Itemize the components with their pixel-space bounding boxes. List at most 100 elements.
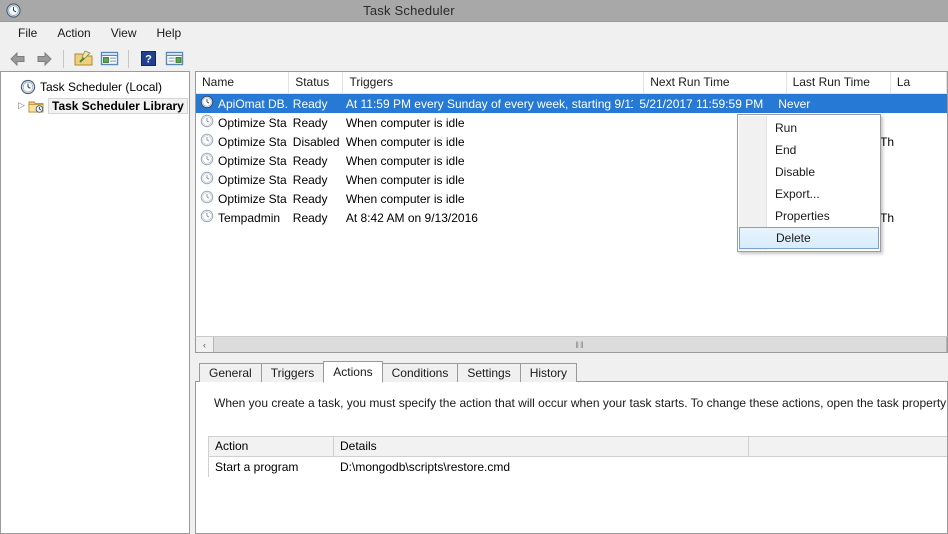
task-name-label: Optimize Sta... bbox=[218, 191, 287, 206]
detail-tabstrip: General Triggers Actions Conditions Sett… bbox=[195, 360, 948, 383]
table-row[interactable]: Start a program D:\mongodb\scripts\resto… bbox=[209, 457, 947, 477]
column-header-details[interactable]: Details bbox=[334, 437, 749, 456]
tab-triggers[interactable]: Triggers bbox=[260, 363, 325, 382]
task-status-cell: Ready bbox=[292, 153, 328, 168]
tab-general[interactable]: General bbox=[199, 363, 262, 382]
tab-actions[interactable]: Actions bbox=[323, 361, 383, 383]
toolbar-separator-2 bbox=[128, 49, 129, 68]
context-menu-item-delete[interactable]: Delete bbox=[739, 227, 879, 249]
console-tree-pane: Task Scheduler (Local) ▷ Task Scheduler … bbox=[0, 71, 190, 534]
task-name-label: Optimize Sta... bbox=[218, 115, 287, 130]
task-next-run-cell: 5/21/2017 11:59:59 PM bbox=[639, 96, 764, 111]
task-name-cell: Optimize Sta... bbox=[196, 152, 287, 169]
clock-icon bbox=[200, 209, 214, 226]
task-name-cell: Optimize Sta... bbox=[196, 171, 287, 188]
scroll-left-arrow-icon[interactable]: ‹ bbox=[196, 337, 213, 352]
task-name-label: ApiOmat DB... bbox=[218, 96, 287, 111]
show-hide-console-icon[interactable] bbox=[71, 48, 95, 70]
task-name-label: Optimize Sta... bbox=[218, 134, 287, 149]
table-row[interactable]: ApiOmat DB... Ready At 11:59 PM every Su… bbox=[196, 94, 947, 113]
tab-settings[interactable]: Settings bbox=[457, 363, 521, 382]
task-triggers-cell: At 8:42 AM on 9/13/2016 bbox=[345, 210, 478, 225]
task-context-menu[interactable]: Run End Disable Export... Properties Del… bbox=[737, 114, 881, 252]
column-header-name[interactable]: Name bbox=[196, 72, 290, 93]
help-icon[interactable]: ? bbox=[136, 48, 160, 70]
scrollbar-thumb[interactable]: ‖‖ bbox=[213, 337, 947, 352]
clock-icon bbox=[6, 3, 21, 18]
task-detail-pane: General Triggers Actions Conditions Sett… bbox=[195, 360, 948, 534]
clock-icon bbox=[20, 79, 36, 95]
actions-tab-panel: When you create a task, you must specify… bbox=[195, 381, 948, 534]
toolbar-separator bbox=[63, 49, 64, 68]
task-name-cell: Optimize Sta... bbox=[196, 133, 287, 150]
svg-text:?: ? bbox=[145, 54, 152, 66]
column-header-extra[interactable] bbox=[749, 437, 947, 456]
pane-splitter[interactable] bbox=[195, 353, 948, 360]
toolbar: ? bbox=[0, 45, 948, 73]
task-name-cell: Optimize Sta... bbox=[196, 190, 287, 207]
task-name-label: Optimize Sta... bbox=[218, 153, 287, 168]
chevron-right-icon[interactable]: ▷ bbox=[15, 101, 28, 110]
task-name-label: Tempadmin bbox=[218, 210, 281, 225]
column-header-triggers[interactable]: Triggers bbox=[343, 72, 645, 93]
column-header-last-run-time[interactable]: Last Run Time bbox=[787, 72, 891, 93]
back-arrow-icon[interactable] bbox=[6, 48, 30, 70]
menu-file[interactable]: File bbox=[8, 24, 47, 42]
task-triggers-cell: When computer is idle bbox=[345, 191, 465, 206]
task-list-header: Name Status Triggers Next Run Time Last … bbox=[196, 72, 947, 94]
clock-icon bbox=[200, 95, 214, 112]
tree-item-label: Task Scheduler Library bbox=[48, 97, 188, 114]
task-name-cell: Tempadmin bbox=[196, 209, 287, 226]
column-header-status[interactable]: Status bbox=[289, 72, 344, 93]
folder-clock-icon bbox=[28, 98, 44, 114]
task-status-cell: Disabled bbox=[292, 134, 340, 149]
task-triggers-cell: When computer is idle bbox=[345, 153, 465, 168]
tree-item-task-scheduler-local[interactable]: Task Scheduler (Local) bbox=[1, 77, 189, 96]
menu-bar: File Action View Help bbox=[0, 22, 948, 45]
task-status-cell: Ready bbox=[292, 115, 328, 130]
window-titlebar: Task Scheduler bbox=[0, 0, 948, 22]
task-last-result-cell: Th bbox=[880, 210, 895, 225]
actions-table: Action Details Start a program D:\mongod… bbox=[208, 436, 947, 477]
column-header-next-run-time[interactable]: Next Run Time bbox=[644, 72, 787, 93]
task-triggers-cell: When computer is idle bbox=[345, 172, 465, 187]
task-status-cell: Ready bbox=[292, 172, 328, 187]
actions-table-header: Action Details bbox=[209, 437, 947, 457]
task-last-run-cell: Never bbox=[778, 96, 811, 111]
tab-conditions[interactable]: Conditions bbox=[381, 363, 459, 382]
context-menu-item-disable[interactable]: Disable bbox=[738, 161, 880, 183]
task-status-cell: Ready bbox=[292, 191, 328, 206]
menu-action[interactable]: Action bbox=[47, 24, 100, 42]
details-cell: D:\mongodb\scripts\restore.cmd bbox=[340, 460, 511, 474]
context-menu-item-run[interactable]: Run bbox=[738, 117, 880, 139]
tab-history[interactable]: History bbox=[519, 363, 578, 382]
context-menu-item-properties[interactable]: Properties bbox=[738, 205, 880, 227]
task-list-horizontal-scrollbar[interactable]: ‹ ‖‖ bbox=[195, 336, 948, 353]
column-header-action[interactable]: Action bbox=[209, 437, 334, 456]
clock-icon bbox=[200, 114, 214, 131]
clock-icon bbox=[200, 190, 214, 207]
task-triggers-cell: When computer is idle bbox=[345, 134, 465, 149]
clock-icon bbox=[200, 171, 214, 188]
task-last-result-cell: Th bbox=[880, 134, 895, 149]
menu-help[interactable]: Help bbox=[147, 24, 192, 42]
task-status-cell: Ready bbox=[292, 96, 328, 111]
task-name-label: Optimize Sta... bbox=[218, 172, 287, 187]
context-menu-item-end[interactable]: End bbox=[738, 139, 880, 161]
actions-description: When you create a task, you must specify… bbox=[214, 396, 947, 410]
tree-item-label: Task Scheduler (Local) bbox=[40, 79, 163, 94]
action-cell: Start a program bbox=[215, 460, 299, 474]
properties-window-icon[interactable] bbox=[97, 48, 121, 70]
column-header-last-result[interactable]: La bbox=[891, 72, 947, 93]
menu-view[interactable]: View bbox=[101, 24, 147, 42]
task-triggers-cell: At 11:59 PM every Sunday of every week, … bbox=[345, 96, 634, 111]
tree-item-task-scheduler-library[interactable]: ▷ Task Scheduler Library bbox=[1, 96, 189, 115]
clock-icon bbox=[200, 152, 214, 169]
task-name-cell: Optimize Sta... bbox=[196, 114, 287, 131]
window-title: Task Scheduler bbox=[363, 3, 455, 18]
scrollbar-grip-icon: ‖‖ bbox=[575, 339, 585, 350]
show-action-pane-icon[interactable] bbox=[162, 48, 186, 70]
context-menu-item-export[interactable]: Export... bbox=[738, 183, 880, 205]
forward-arrow-icon[interactable] bbox=[32, 48, 56, 70]
clock-icon bbox=[200, 133, 214, 150]
